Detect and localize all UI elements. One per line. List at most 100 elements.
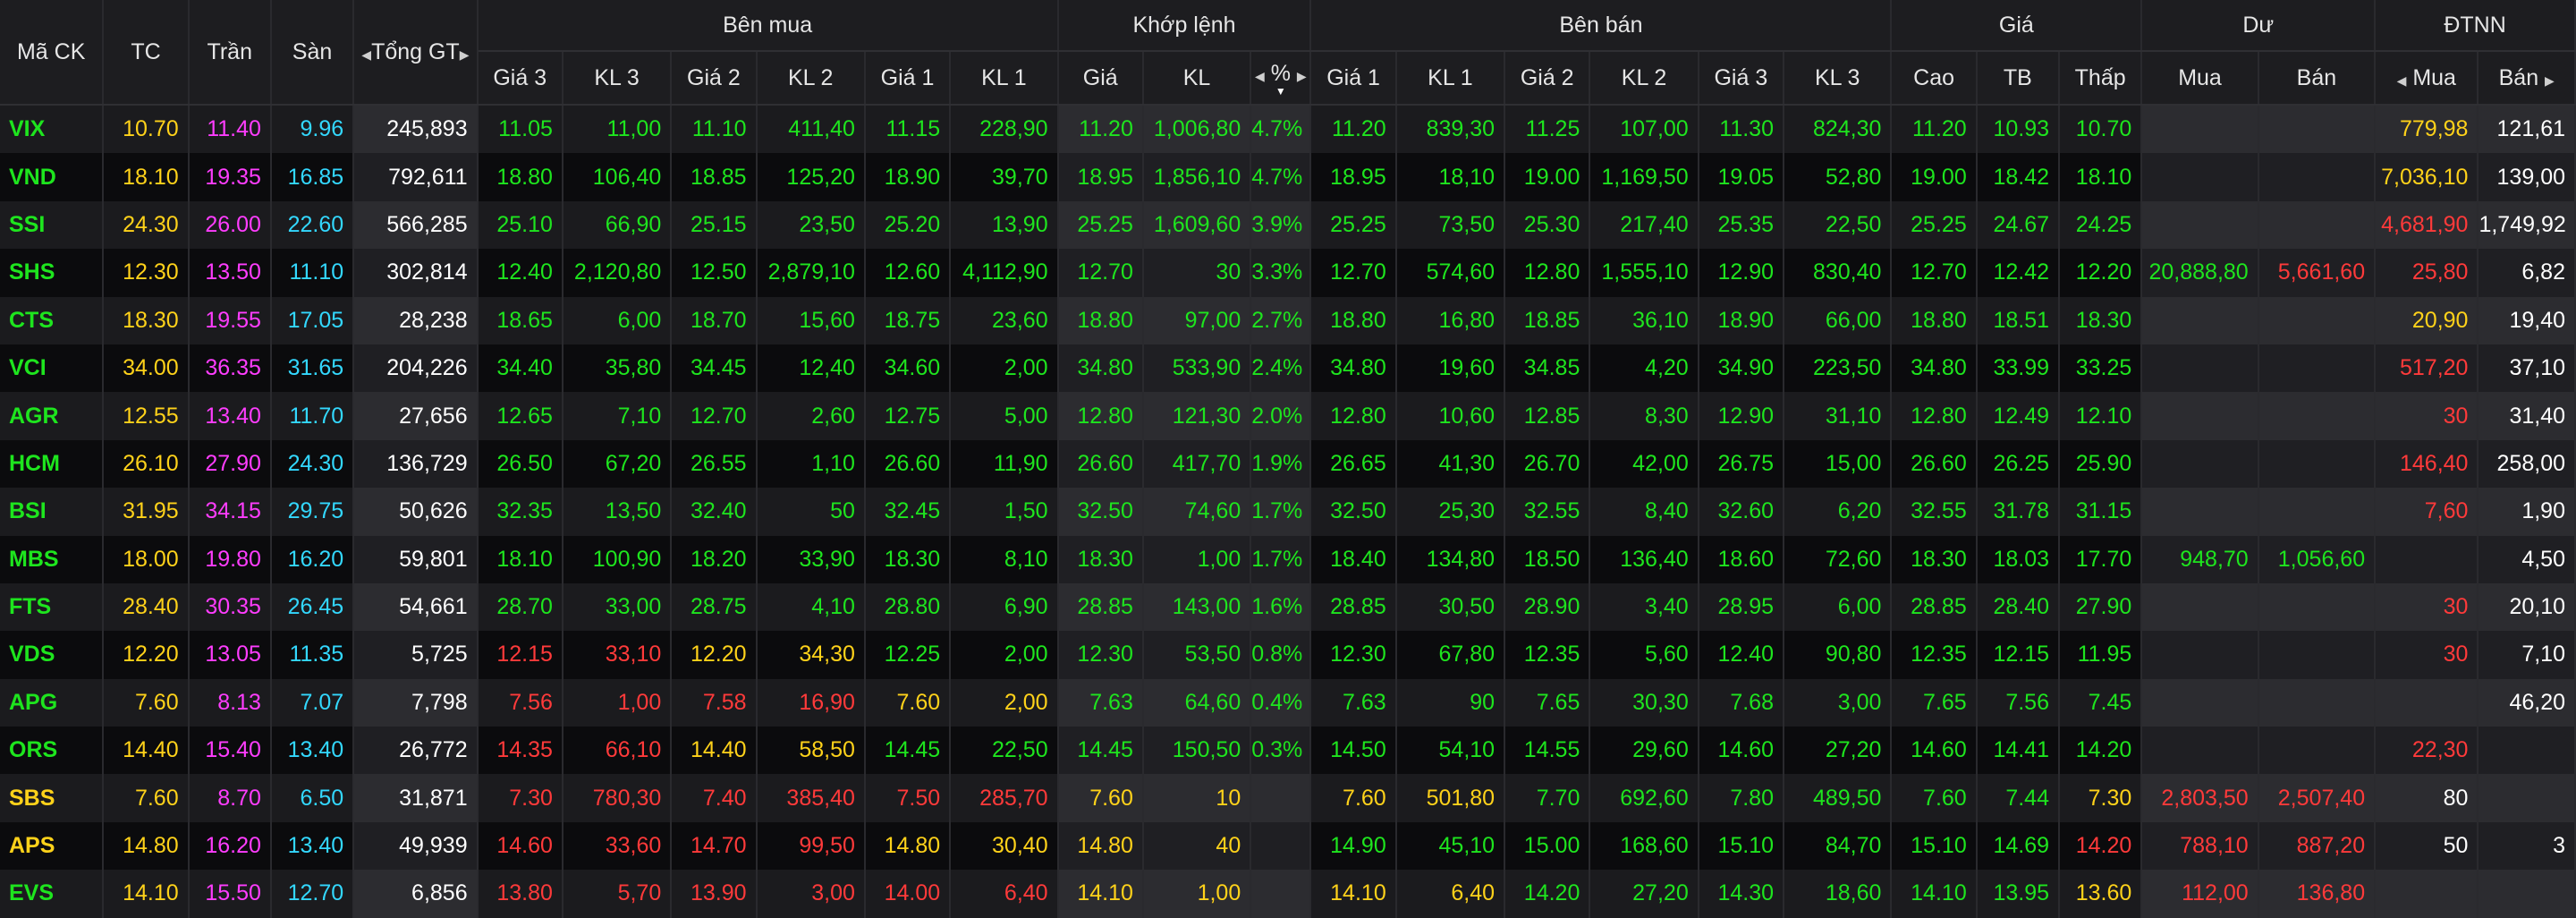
cell-ask-gia2[interactable]: 15.00 xyxy=(1504,821,1591,871)
cell-ask-gia3[interactable]: 7.80 xyxy=(1698,774,1785,822)
cell-bid-gia3[interactable]: 7.56 xyxy=(477,678,564,727)
cell-ask-gia1[interactable]: 11.20 xyxy=(1310,105,1397,154)
cell-bid-gia3[interactable]: 32.35 xyxy=(477,488,564,536)
col-header-remaining-sell[interactable]: Bán xyxy=(2258,51,2377,106)
cell-ask-gia1[interactable]: 12.30 xyxy=(1310,631,1397,679)
cell-sym[interactable]: SHS xyxy=(0,249,105,297)
cell-ask-gia3[interactable]: 12.40 xyxy=(1698,631,1785,679)
cell-bid-gia1[interactable]: 11.15 xyxy=(864,105,952,154)
cell-bid-gia2[interactable]: 12.20 xyxy=(671,631,758,679)
cell-bid-gia3[interactable]: 7.30 xyxy=(477,774,564,822)
caret-left-icon[interactable]: ◀ xyxy=(1255,69,1265,83)
col-header-ask-price2[interactable]: Giá 2 xyxy=(1504,51,1591,106)
caret-left-icon[interactable]: ◀ xyxy=(2397,73,2407,88)
cell-bid-gia2[interactable]: 26.55 xyxy=(671,439,758,489)
col-header-foreign-buy[interactable]: ◀ Mua xyxy=(2375,51,2479,106)
cell-sym[interactable]: AGR xyxy=(0,392,105,440)
cell-bid-gia2[interactable]: 18.85 xyxy=(671,153,758,201)
cell-ask-gia2[interactable]: 28.90 xyxy=(1504,582,1591,632)
cell-ask-gia1[interactable]: 7.63 xyxy=(1310,678,1397,727)
cell-ask-gia3[interactable]: 19.05 xyxy=(1698,153,1785,201)
col-header-reference[interactable]: TC xyxy=(103,0,190,106)
cell-ask-gia1[interactable]: 12.80 xyxy=(1310,392,1397,440)
cell-ask-gia3[interactable]: 14.30 xyxy=(1698,870,1785,918)
table-row[interactable]: HCM 26.10 27.90 24.30 136,729 26.50 67,20 26.55… xyxy=(0,439,2576,489)
cell-ask-gia2[interactable]: 12.80 xyxy=(1504,249,1591,297)
cell-match-gia[interactable]: 7.63 xyxy=(1057,678,1144,727)
table-row[interactable]: FTS 28.40 30.35 26.45 54,661 28.70 33,00 28.75 4… xyxy=(0,582,2576,632)
cell-match-gia[interactable]: 7.60 xyxy=(1057,774,1144,822)
cell-match-gia[interactable]: 18.80 xyxy=(1057,296,1144,344)
table-row[interactable]: VCI 34.00 36.35 31.65 204,226 34.40 35,80 34.45… xyxy=(0,344,2576,393)
cell-bid-gia1[interactable]: 14.80 xyxy=(864,821,952,871)
cell-ask-gia3[interactable]: 28.95 xyxy=(1698,582,1785,632)
cell-bid-gia2[interactable]: 34.45 xyxy=(671,344,758,393)
cell-bid-gia2[interactable]: 18.20 xyxy=(671,535,758,583)
cell-bid-gia1[interactable]: 14.45 xyxy=(864,727,952,775)
cell-sym[interactable]: VCI xyxy=(0,344,105,393)
table-row[interactable]: AGR 12.55 13.40 11.70 27,656 12.65 7,10 12.70 2,… xyxy=(0,392,2576,440)
col-header-foreign-sell[interactable]: Bán ▶ xyxy=(2478,51,2576,106)
cell-match-gia[interactable]: 14.45 xyxy=(1057,727,1144,775)
cell-ask-gia1[interactable]: 25.25 xyxy=(1310,200,1397,250)
cell-ask-gia1[interactable]: 14.50 xyxy=(1310,727,1397,775)
cell-bid-gia1[interactable]: 18.75 xyxy=(864,296,952,344)
caret-left-icon[interactable]: ◀ xyxy=(361,47,371,62)
cell-ask-gia2[interactable]: 18.50 xyxy=(1504,535,1591,583)
cell-sym[interactable]: VND xyxy=(0,153,105,201)
cell-match-gia[interactable]: 12.70 xyxy=(1057,249,1144,297)
cell-ask-gia3[interactable]: 25.35 xyxy=(1698,200,1785,250)
cell-bid-gia1[interactable]: 18.90 xyxy=(864,153,952,201)
table-row[interactable]: SHS 12.30 13.50 11.10 302,814 12.40 2,120,80 12… xyxy=(0,249,2576,297)
cell-bid-gia1[interactable]: 28.80 xyxy=(864,582,952,632)
table-row[interactable]: APG 7.60 8.13 7.07 7,798 7.56 1,00 7.58 16,90 7.6… xyxy=(0,678,2576,727)
cell-match-gia[interactable]: 11.20 xyxy=(1057,105,1144,154)
col-header-ask-vol2[interactable]: KL 2 xyxy=(1589,51,1699,106)
cell-bid-gia1[interactable]: 7.50 xyxy=(864,774,952,822)
cell-bid-gia1[interactable]: 12.60 xyxy=(864,249,952,297)
cell-bid-gia1[interactable]: 34.60 xyxy=(864,344,952,393)
caret-right-icon[interactable]: ▶ xyxy=(460,47,470,62)
table-row[interactable]: ORS 14.40 15.40 13.40 26,772 14.35 66,10 14.40 5… xyxy=(0,727,2576,775)
col-header-bid-vol3[interactable]: KL 3 xyxy=(562,51,673,106)
cell-match-gia[interactable]: 14.10 xyxy=(1057,870,1144,918)
cell-ask-gia2[interactable]: 12.85 xyxy=(1504,392,1591,440)
caret-right-icon[interactable]: ▶ xyxy=(2545,73,2555,88)
col-header-symbol[interactable]: Mã CK xyxy=(0,0,105,106)
col-header-match-vol[interactable]: KL xyxy=(1142,51,1252,106)
cell-bid-gia1[interactable]: 18.30 xyxy=(864,535,952,583)
cell-bid-gia2[interactable]: 7.40 xyxy=(671,774,758,822)
cell-sym[interactable]: ORS xyxy=(0,727,105,775)
col-header-bid-vol1[interactable]: KL 1 xyxy=(950,51,1059,106)
col-header-bid-price1[interactable]: Giá 1 xyxy=(864,51,952,106)
cell-ask-gia3[interactable]: 12.90 xyxy=(1698,249,1785,297)
cell-match-gia[interactable]: 34.80 xyxy=(1057,344,1144,393)
table-row[interactable]: BSI 31.95 34.15 29.75 50,626 32.35 13,50 32.40 5… xyxy=(0,488,2576,536)
cell-ask-gia3[interactable]: 11.30 xyxy=(1698,105,1785,154)
col-header-avg[interactable]: TB xyxy=(1976,51,2061,106)
cell-bid-gia3[interactable]: 18.10 xyxy=(477,535,564,583)
col-header-ceiling[interactable]: Trần xyxy=(188,0,272,106)
cell-ask-gia2[interactable]: 19.00 xyxy=(1504,153,1591,201)
table-row[interactable]: MBS 18.00 19.80 16.20 59,801 18.10 100,90 18.20… xyxy=(0,535,2576,583)
cell-ask-gia2[interactable]: 25.30 xyxy=(1504,200,1591,250)
col-header-bid-vol2[interactable]: KL 2 xyxy=(756,51,866,106)
col-header-match-pct[interactable]: ◀ % ▶ ▼ xyxy=(1250,51,1312,106)
cell-bid-gia2[interactable]: 12.70 xyxy=(671,392,758,440)
cell-ask-gia3[interactable]: 7.68 xyxy=(1698,678,1785,727)
cell-ask-gia2[interactable]: 18.85 xyxy=(1504,296,1591,344)
cell-sym[interactable]: BSI xyxy=(0,488,105,536)
cell-match-gia[interactable]: 25.25 xyxy=(1057,200,1144,250)
cell-sym[interactable]: FTS xyxy=(0,582,105,632)
cell-sym[interactable]: APS xyxy=(0,821,105,871)
cell-sym[interactable]: MBS xyxy=(0,535,105,583)
cell-ask-gia1[interactable]: 28.85 xyxy=(1310,582,1397,632)
cell-ask-gia1[interactable]: 14.10 xyxy=(1310,870,1397,918)
col-header-high[interactable]: Cao xyxy=(1891,51,1978,106)
cell-bid-gia1[interactable]: 12.25 xyxy=(864,631,952,679)
cell-ask-gia2[interactable]: 7.70 xyxy=(1504,774,1591,822)
cell-ask-gia2[interactable]: 12.35 xyxy=(1504,631,1591,679)
cell-bid-gia2[interactable]: 18.70 xyxy=(671,296,758,344)
cell-bid-gia3[interactable]: 12.40 xyxy=(477,249,564,297)
table-row[interactable]: EVS 14.10 15.50 12.70 6,856 13.80 5,70 13.90 3,0… xyxy=(0,870,2576,918)
